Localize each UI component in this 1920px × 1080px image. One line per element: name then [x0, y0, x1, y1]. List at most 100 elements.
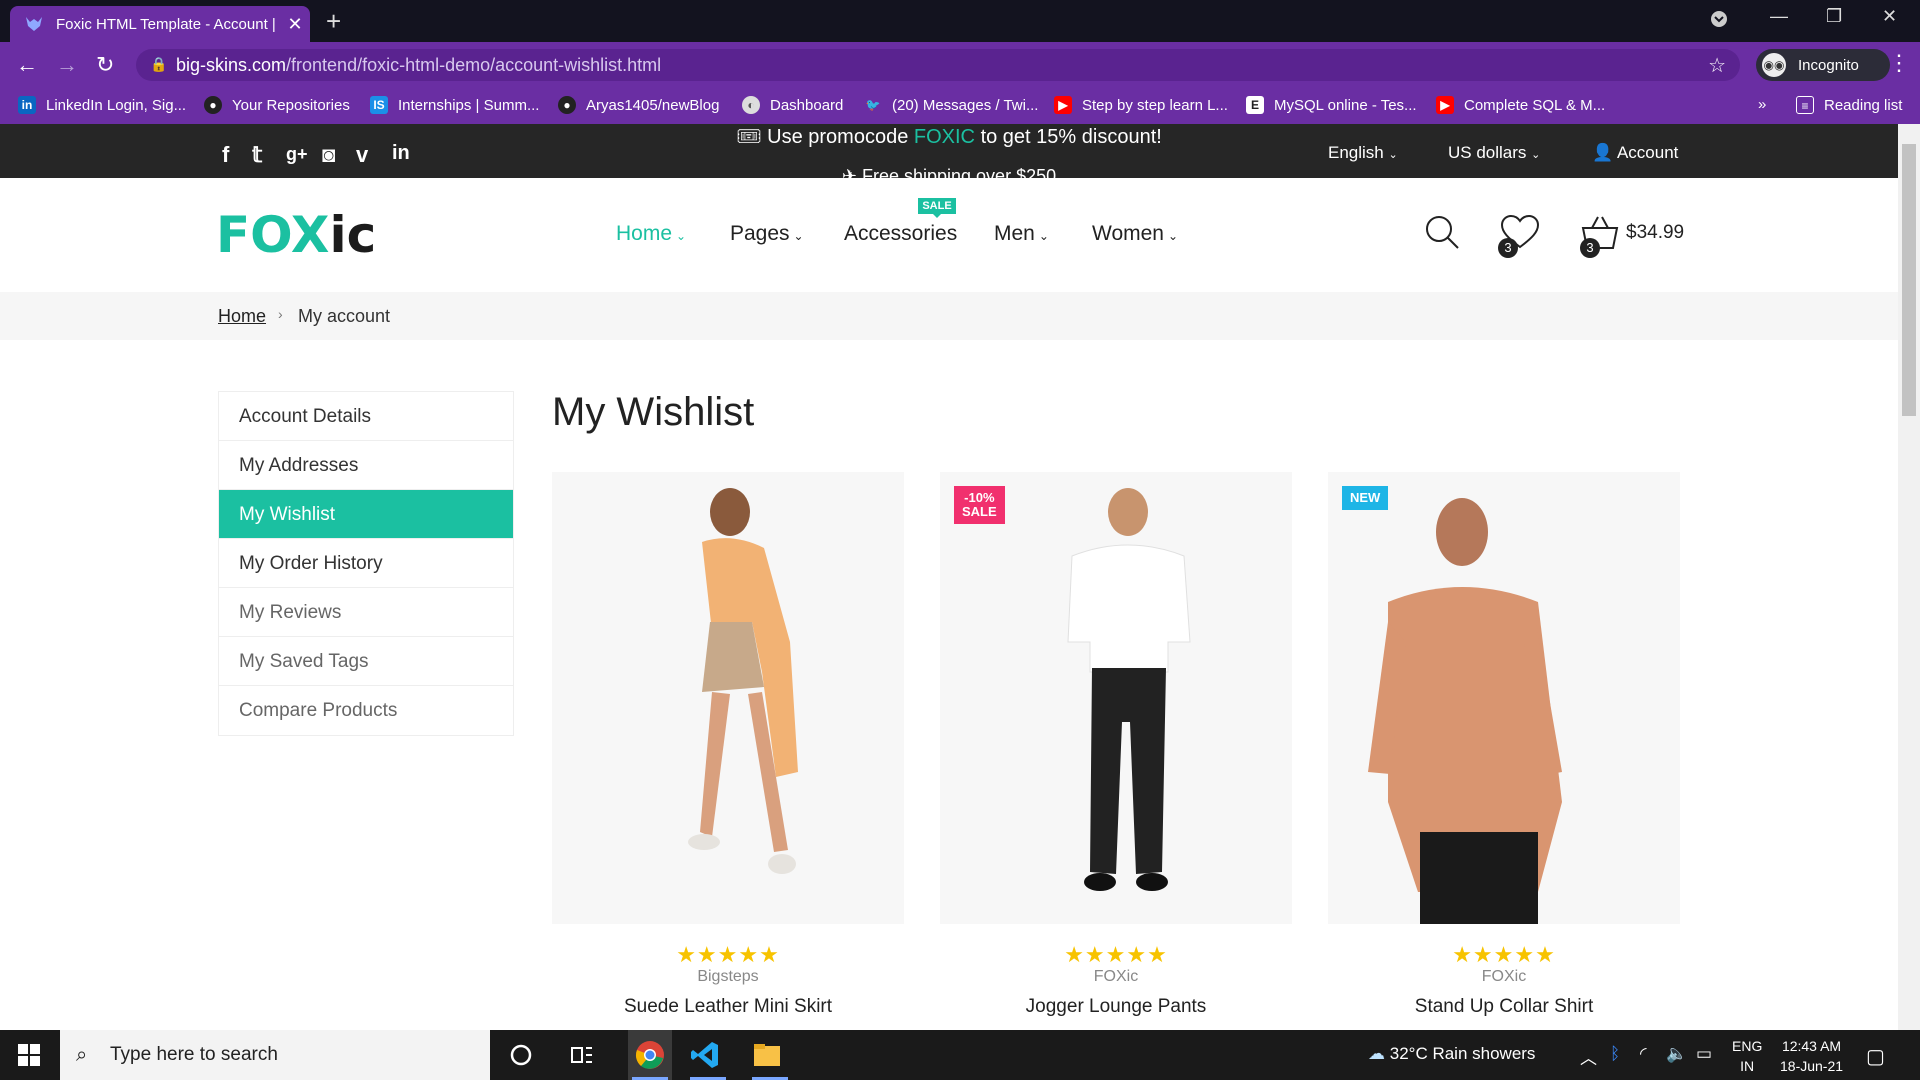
weather-widget[interactable]: ☁ 32°C Rain showers [1368, 1044, 1535, 1064]
product-card-image[interactable]: NEW [1328, 472, 1680, 924]
chevron-down-icon: ⌄ [676, 229, 687, 243]
url-field[interactable]: 🔒 big-skins.com/frontend/foxic-html-demo… [136, 49, 1740, 81]
vscode-taskbar-icon[interactable] [690, 1040, 720, 1070]
search-icon[interactable] [1424, 214, 1460, 255]
show-hidden-icons-icon[interactable]: ︿ [1580, 1044, 1597, 1069]
e-icon: E [1246, 96, 1264, 114]
bookmark-step-by-step[interactable]: ▶ Step by step learn L... [1054, 96, 1228, 114]
bookmark-complete-sql[interactable]: ▶ Complete SQL & M... [1436, 96, 1605, 114]
wishlist-count-badge: 3 [1498, 238, 1518, 258]
notifications-icon[interactable]: ▢ [1866, 1044, 1885, 1069]
url-path: /frontend/foxic-html-demo/account-wishli… [286, 54, 662, 75]
taskbar-search-box[interactable]: ⌕ Type here to search [60, 1030, 490, 1080]
product-photo-skirt [688, 488, 798, 874]
bookmark-repositories[interactable]: ● Your Repositories [204, 96, 350, 114]
badge-sale: SALE [962, 504, 997, 519]
nav-men[interactable]: Men ⌄ [994, 222, 1049, 246]
language-selector[interactable]: English ⌄ [1328, 143, 1398, 163]
battery-icon[interactable]: ▭ [1696, 1044, 1712, 1064]
bluetooth-icon[interactable]: ᛒ [1610, 1044, 1620, 1064]
bookmark-dashboard[interactable]: ◐ Dashboard [742, 96, 843, 114]
reading-list-icon: ≡ [1796, 96, 1814, 114]
product-card-image[interactable]: -10% SALE [940, 472, 1292, 924]
more-bookmarks-icon[interactable]: » [1758, 96, 1766, 113]
windows-start-icon[interactable] [18, 1044, 40, 1071]
breadcrumb-current: My account [298, 306, 391, 326]
breadcrumb-home-link[interactable]: Home [218, 306, 266, 327]
browser-tab[interactable]: Foxic HTML Template - Account | ✕ [10, 6, 310, 42]
chevron-down-icon: ⌄ [1388, 149, 1398, 161]
incognito-indicator[interactable]: ◉◉ Incognito [1756, 49, 1890, 81]
sidebar-item-my-reviews[interactable]: My Reviews [219, 588, 513, 637]
nav-home[interactable]: Home ⌄ [616, 222, 686, 246]
back-icon[interactable]: ← [16, 52, 38, 78]
promo-message-next: ✈ Free shipping over $250 [0, 166, 1898, 178]
account-link[interactable]: 👤 Account [1592, 143, 1678, 163]
sale-badge: SALE [918, 198, 956, 218]
site-header: FOXic Home ⌄ Pages ⌄ SALE Accessories Men ⌄… [0, 178, 1898, 292]
bookmark-newblog[interactable]: ● Aryas1405/newBlog [558, 96, 719, 114]
cortana-icon[interactable] [506, 1040, 536, 1070]
input-language-indicator[interactable]: ENG IN [1732, 1036, 1762, 1076]
reading-list-button[interactable]: ≡ Reading list [1796, 96, 1902, 114]
sidebar-item-compare-products[interactable]: Compare Products [219, 686, 513, 735]
product-name[interactable]: Suede Leather Mini Skirt [552, 996, 904, 1018]
cart-total[interactable]: $34.99 [1626, 222, 1684, 244]
nav-women[interactable]: Women ⌄ [1092, 222, 1178, 246]
minimize-icon[interactable]: — [1770, 6, 1788, 27]
windows-taskbar: ⌕ Type here to search ☁ 32°C Rain shower… [0, 1030, 1920, 1080]
product-name[interactable]: Jogger Lounge Pants [940, 996, 1292, 1018]
taskbar-search-placeholder: Type here to search [110, 1044, 278, 1065]
forward-icon[interactable]: → [56, 52, 78, 78]
volume-icon[interactable]: 🔈 [1666, 1044, 1687, 1064]
sidebar-item-saved-tags[interactable]: My Saved Tags [219, 637, 513, 686]
sidebar-item-my-wishlist[interactable]: My Wishlist [219, 490, 513, 539]
bookmark-internships[interactable]: IS Internships | Summ... [370, 96, 539, 114]
badge-percent: -10% [964, 490, 995, 505]
bookmark-mysql[interactable]: E MySQL online - Tes... [1246, 96, 1417, 114]
linkedin-icon: in [18, 96, 36, 114]
bookmark-twitter[interactable]: 🐦 (20) Messages / Twi... [864, 96, 1039, 114]
search-icon: ⌕ [76, 1044, 88, 1066]
github-icon: ● [204, 96, 222, 114]
nav-accessories[interactable]: Accessories [844, 222, 957, 246]
nav-pages[interactable]: Pages ⌄ [730, 222, 804, 246]
chevron-right-icon: › [278, 306, 283, 322]
sidebar-item-account-details[interactable]: Account Details [219, 392, 513, 441]
new-badge: NEW [1342, 486, 1389, 510]
fox-favicon-icon [24, 14, 44, 34]
bookmark-star-icon[interactable]: ☆ [1708, 53, 1726, 78]
page-title: My Wishlist [552, 390, 755, 434]
chevron-down-icon: ⌄ [1038, 229, 1049, 243]
product-name[interactable]: Stand Up Collar Shirt [1328, 996, 1680, 1018]
url-host: big-skins.com [176, 54, 287, 75]
close-window-icon[interactable]: ✕ [1882, 6, 1897, 27]
clock[interactable]: 12:43 AM 18-Jun-21 [1780, 1036, 1843, 1076]
currency-selector[interactable]: US dollars ⌄ [1448, 143, 1540, 163]
sidebar-item-order-history[interactable]: My Order History [219, 539, 513, 588]
reload-icon[interactable]: ↻ [96, 52, 114, 78]
plane-icon: ✈ [841, 166, 857, 178]
product-photo-pants [1067, 488, 1191, 891]
youtube-icon: ▶ [1054, 96, 1072, 114]
chevron-down-icon: ⌄ [1531, 149, 1541, 161]
weather-cloud-icon: ☁ [1368, 1044, 1385, 1063]
wifi-icon[interactable]: ◜ [1640, 1044, 1647, 1064]
sidebar-item-my-addresses[interactable]: My Addresses [219, 441, 513, 490]
new-tab-icon[interactable]: + [326, 8, 341, 34]
close-tab-icon[interactable]: ✕ [280, 14, 310, 35]
product-card-image[interactable] [552, 472, 904, 924]
promo-topbar: f 𝕥 g+ ◙ v in 🎟 Use promocode FOXIC to g… [0, 124, 1898, 178]
scrollbar-thumb[interactable] [1902, 144, 1916, 416]
browser-menu-icon[interactable]: ⋮ [1888, 50, 1910, 76]
bookmark-linkedin[interactable]: in LinkedIn Login, Sig... [18, 96, 186, 114]
lock-icon: 🔒 [150, 56, 168, 72]
tab-search-icon[interactable] [1710, 10, 1728, 33]
page-scrollbar[interactable] [1898, 124, 1920, 1030]
chrome-taskbar-icon[interactable] [628, 1030, 672, 1080]
incognito-label: Incognito [1798, 56, 1859, 74]
task-view-icon[interactable] [566, 1040, 596, 1070]
restore-icon[interactable]: ❐ [1826, 6, 1842, 27]
file-explorer-icon[interactable] [752, 1040, 782, 1070]
foxic-logo[interactable]: FOXic [216, 206, 376, 264]
